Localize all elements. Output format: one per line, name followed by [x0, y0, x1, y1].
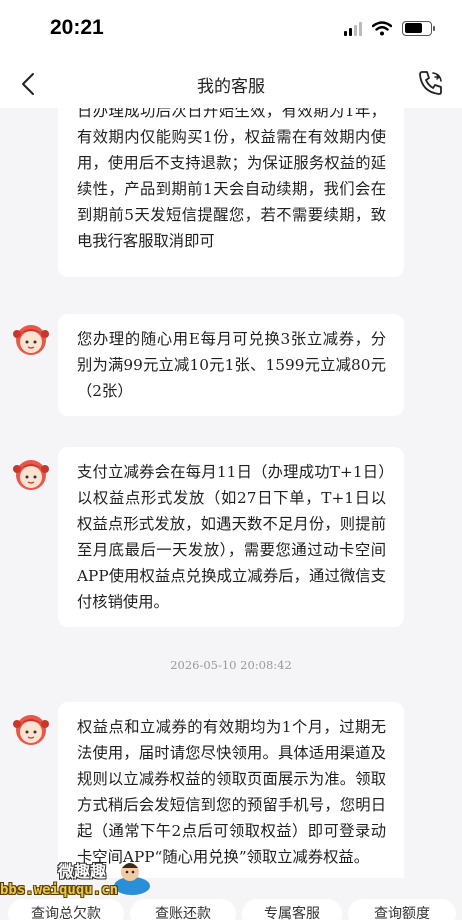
message-text: 支付立减券会在每月11日（办理成功T+1日）以权益点形式发放（如27日下单，T+… [77, 463, 386, 611]
agent-avatar-icon [13, 460, 49, 490]
message-bubble: 支付立减券会在每月11日（办理成功T+1日）以权益点形式发放（如27日下单，T+… [58, 447, 404, 627]
quick-action-label: 专属客服 [264, 905, 320, 920]
quick-action-bill-repay[interactable]: 查账还款 [130, 899, 236, 920]
cellular-signal-icon [344, 20, 362, 36]
status-bar: 20:21 [0, 0, 462, 60]
status-icons [344, 20, 435, 36]
quick-action-label: 查询额度 [374, 905, 430, 920]
message-bubble: 日办理成功后次日开始生效，有效期为1年，有效期内仅能购买1份，权益需在有效期内使… [58, 108, 404, 277]
quick-action-label: 查账还款 [155, 905, 211, 920]
quick-action-label: 查询总欠款 [31, 905, 101, 920]
quick-action-exclusive-service[interactable]: 专属客服 [242, 899, 342, 920]
message-text: 权益点和立减券的有效期均为1个月，过期无法使用，届时请您尽快领用。具体适用渠道及… [77, 718, 386, 866]
message-bubble: 权益点和立减券的有效期均为1个月，过期无法使用，届时请您尽快领用。具体适用渠道及… [58, 702, 404, 878]
quick-action-total-debt[interactable]: 查询总欠款 [8, 899, 124, 920]
agent-avatar-icon [13, 715, 49, 745]
status-time: 20:21 [50, 16, 104, 39]
phone-icon[interactable] [416, 68, 446, 98]
quick-action-credit-limit[interactable]: 查询额度 [348, 899, 456, 920]
wifi-icon [372, 20, 392, 35]
quick-action-bar: 查询总欠款 查账还款 专属客服 查询额度 [0, 878, 462, 920]
message-text: 您办理的随心用E每月可兑换3张立减券，分别为满99元立减10元1张、1599元立… [77, 330, 386, 400]
battery-icon [402, 20, 435, 36]
nav-bar: 我的客服 [0, 60, 462, 108]
chat-area[interactable]: 日办理成功后次日开始生效，有效期为1年，有效期内仅能购买1份，权益需在有效期内使… [0, 108, 462, 878]
message-bubble: 您办理的随心用E每月可兑换3张立减券，分别为满99元立减10元1张、1599元立… [58, 314, 404, 416]
agent-avatar-icon [13, 325, 49, 355]
message-text: 日办理成功后次日开始生效，有效期为1年，有效期内仅能购买1份，权益需在有效期内使… [77, 108, 386, 250]
page-title: 我的客服 [197, 77, 265, 96]
message-timestamp: 2026-05-10 20:08:42 [170, 658, 292, 672]
